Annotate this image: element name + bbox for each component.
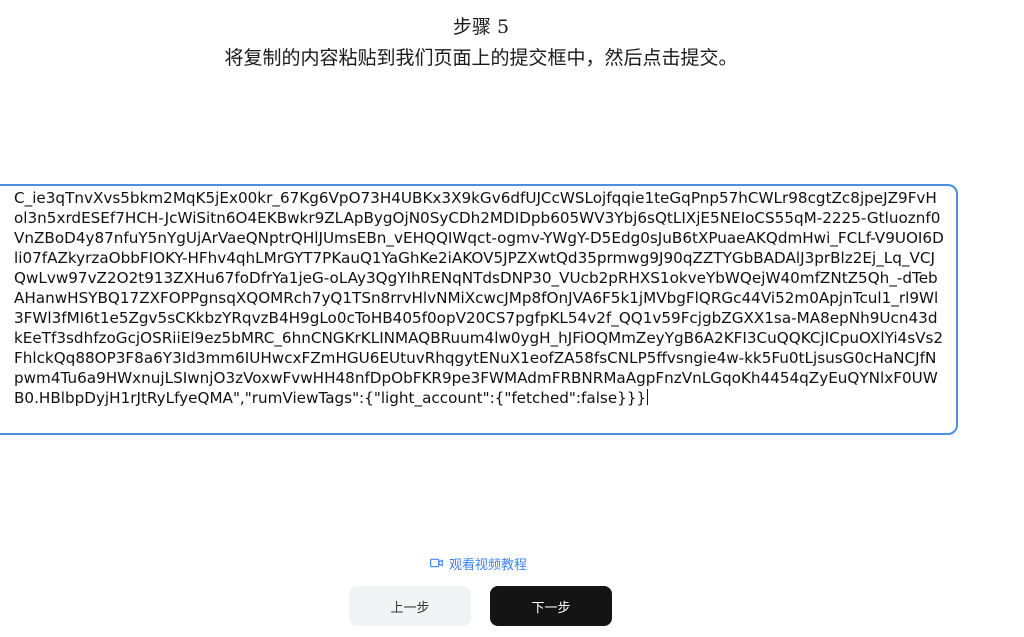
- text-caret: [647, 389, 649, 405]
- step-title: 步骤 5: [452, 16, 510, 38]
- page: 步骤 5 将复制的内容粘贴到我们页面上的提交框中，然后点击提交。 C_ie3qT…: [0, 0, 1024, 637]
- step-description: 将复制的内容粘贴到我们页面上的提交框中，然后点击提交。: [224, 47, 738, 69]
- previous-step-button[interactable]: 上一步: [349, 586, 471, 626]
- watch-video-tutorial-link[interactable]: 观看视频教程: [430, 554, 528, 573]
- paste-input-value: C_ie3qTnvXvs5bkm2MqK5jEx00kr_67Kg6VpO73H…: [14, 189, 944, 407]
- paste-input[interactable]: C_ie3qTnvXvs5bkm2MqK5jEx00kr_67Kg6VpO73H…: [0, 184, 958, 435]
- video-camera-icon: [430, 558, 443, 568]
- next-step-button[interactable]: 下一步: [490, 586, 612, 626]
- watch-video-tutorial-label: 观看视频教程: [449, 557, 528, 573]
